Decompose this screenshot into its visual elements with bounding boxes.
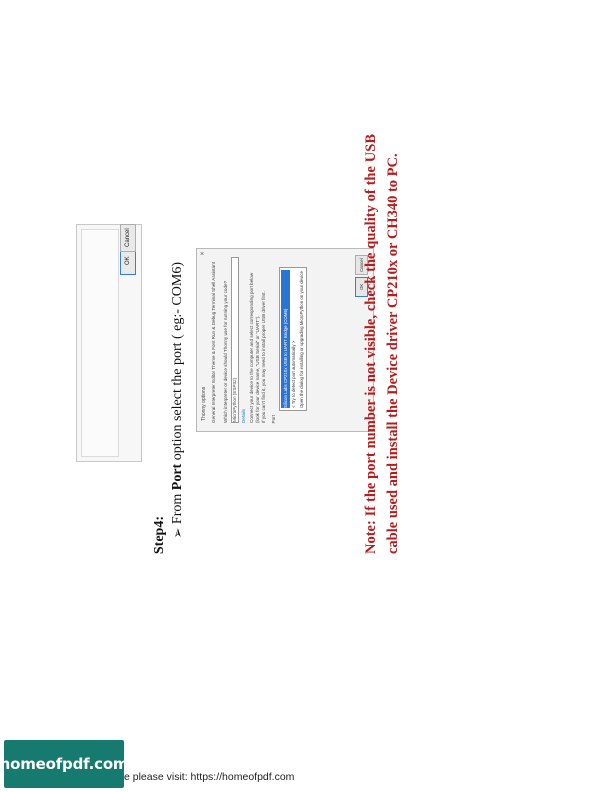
step-text-before: From [170,490,185,525]
document-page: OK Cancel Step4: ➢ From Port option sele… [0,0,612,792]
logo-text: homeofpdf.com [0,755,129,773]
footer-visit-text: e please visit: https://homeofpdf.com [124,771,295,783]
details-heading: Details [241,408,246,423]
details-line-2: (look for your device name, "USB Serial"… [255,315,260,423]
previous-dialog-fragment: OK Cancel [76,224,142,462]
bullet-arrow-icon: ➢ [170,527,185,539]
step-text-after: option select the port ( eg:- COM6) [170,262,185,464]
homeofpdf-logo[interactable]: homeofpdf.com [0,740,129,788]
port-visibility-note: Note: If the port number is not visible,… [363,134,401,554]
previous-cancel-button[interactable]: Cancel [120,224,136,252]
interpreter-select[interactable]: MicroPython (ESP32) [231,257,239,423]
interpreter-question: Which interpreter or device should Thonn… [223,280,228,423]
port-dropdown-list[interactable]: Silicon Labs CP210x USB to UART Bridge (… [279,267,307,411]
details-line-1: Connect your device to the computer and … [249,272,254,423]
thonny-options-dialog: Thonny options × General Interpreter Edi… [196,248,374,432]
step-label: Step4: [152,516,167,555]
close-icon[interactable]: × [200,251,204,258]
port-label: Port [271,414,276,423]
details-line-3: If you can't find it, you may need to in… [261,291,266,423]
port-option-install-link[interactable]: Open the dialog for installing or upgrad… [297,270,306,408]
step-instruction: ➢ From Port option select the port ( eg:… [170,262,186,538]
dialog-tabs[interactable]: General Interpreter Editor Theme & Font … [211,257,216,423]
previous-dialog-panel [81,229,119,457]
dialog-title: Thonny options [201,386,207,421]
step-text-bold: Port [170,463,185,491]
